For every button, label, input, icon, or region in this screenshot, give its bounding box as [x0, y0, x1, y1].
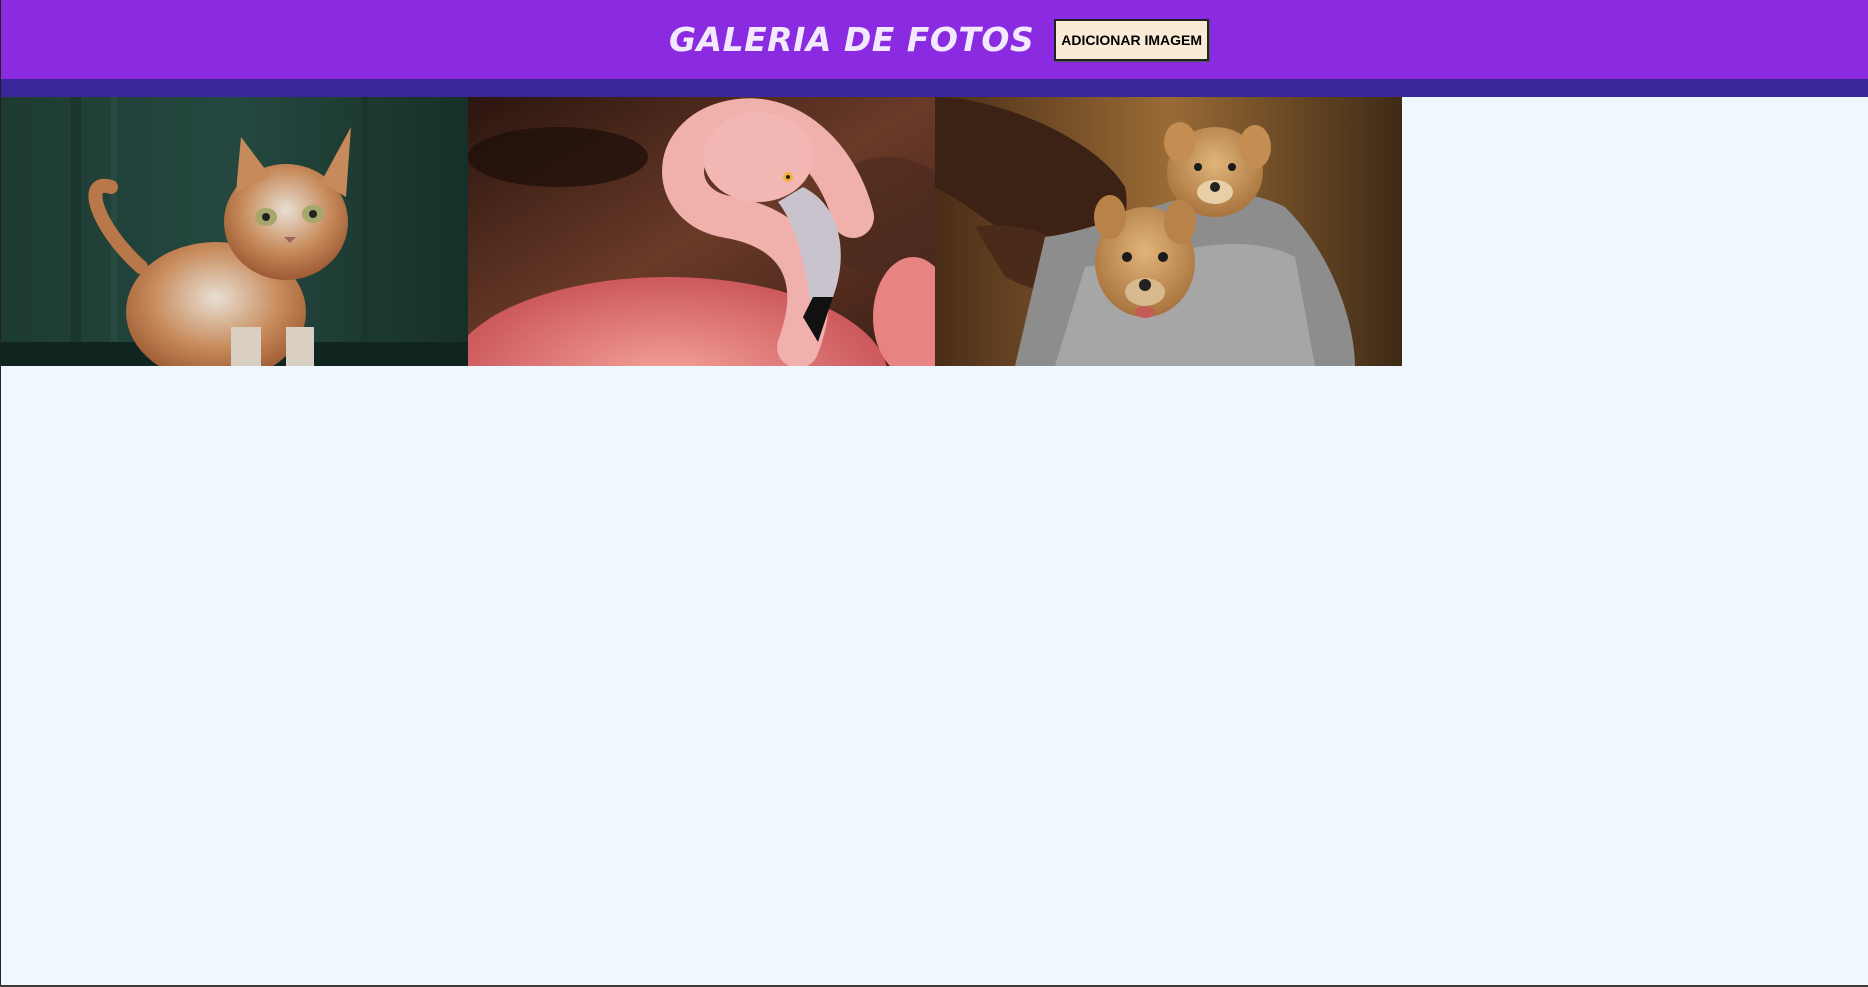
app-header: GALERIA DE FOTOS ADICIONAR IMAGEM — [1, 0, 1868, 79]
photo-gallery — [1, 97, 1403, 366]
cat-image — [1, 97, 468, 366]
gallery-image-cat[interactable] — [1, 97, 468, 366]
gallery-image-flamingo[interactable] — [468, 97, 935, 366]
puppies-image — [935, 97, 1402, 366]
gallery-image-puppies[interactable] — [935, 97, 1402, 366]
flamingo-image — [468, 97, 935, 366]
header-band — [1, 79, 1868, 97]
page-title: GALERIA DE FOTOS — [668, 20, 1035, 59]
page: GALERIA DE FOTOS ADICIONAR IMAGEM — [1, 0, 1868, 985]
add-image-button[interactable]: ADICIONAR IMAGEM — [1054, 18, 1210, 61]
